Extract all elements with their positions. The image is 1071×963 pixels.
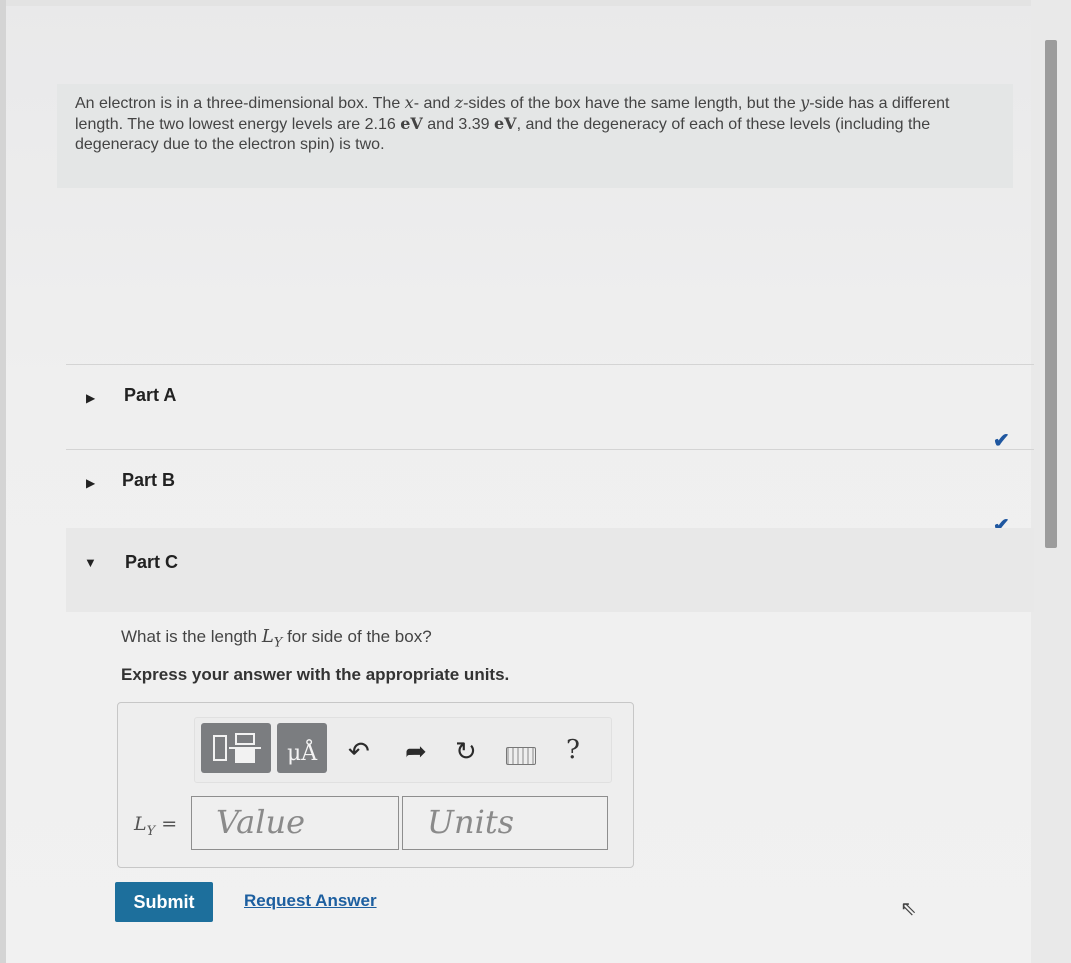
submit-button[interactable]: Submit [115, 882, 213, 922]
expand-arrow-icon: ▶ [86, 391, 96, 405]
units-symbol: μÅ [287, 741, 318, 766]
part-a-label: Part A [124, 385, 177, 405]
keyboard-icon[interactable] [506, 747, 536, 765]
templates-button[interactable] [201, 723, 271, 773]
answer-instruction: Express your answer with the appropriate… [121, 665, 510, 684]
question-text: What is the length LY for side of the bo… [121, 626, 432, 651]
units-button[interactable]: μÅ [277, 723, 327, 773]
top-bar [6, 0, 1031, 6]
expand-arrow-icon: ▶ [86, 476, 96, 490]
part-c-label: Part C [125, 552, 179, 572]
part-c-header[interactable]: ▼ Part C [66, 528, 1034, 612]
part-b-label: Part B [122, 470, 176, 490]
scrollbar[interactable] [1031, 0, 1071, 963]
mouse-cursor-icon: ⇖ [900, 898, 917, 920]
units-input[interactable]: Units [402, 796, 608, 850]
help-icon[interactable]: ? [566, 735, 580, 765]
problem-statement: An electron is in a three-dimensional bo… [57, 84, 1013, 188]
answer-label: LY = [134, 813, 178, 839]
part-b-header[interactable]: ▶ Part B [66, 449, 1034, 531]
var-l: L [261, 626, 274, 647]
redo-icon[interactable]: ➦ [405, 736, 427, 767]
value-input[interactable]: Value [191, 796, 399, 850]
undo-icon[interactable]: ↶ [348, 736, 370, 767]
request-answer-link[interactable]: Request Answer [244, 891, 377, 911]
scrollbar-thumb[interactable] [1045, 40, 1057, 548]
reset-icon[interactable]: ↻ [455, 736, 477, 767]
part-a-header[interactable]: ▶ Part A [66, 364, 1034, 446]
window-edge [0, 0, 6, 963]
collapse-arrow-icon: ▼ [84, 555, 97, 570]
